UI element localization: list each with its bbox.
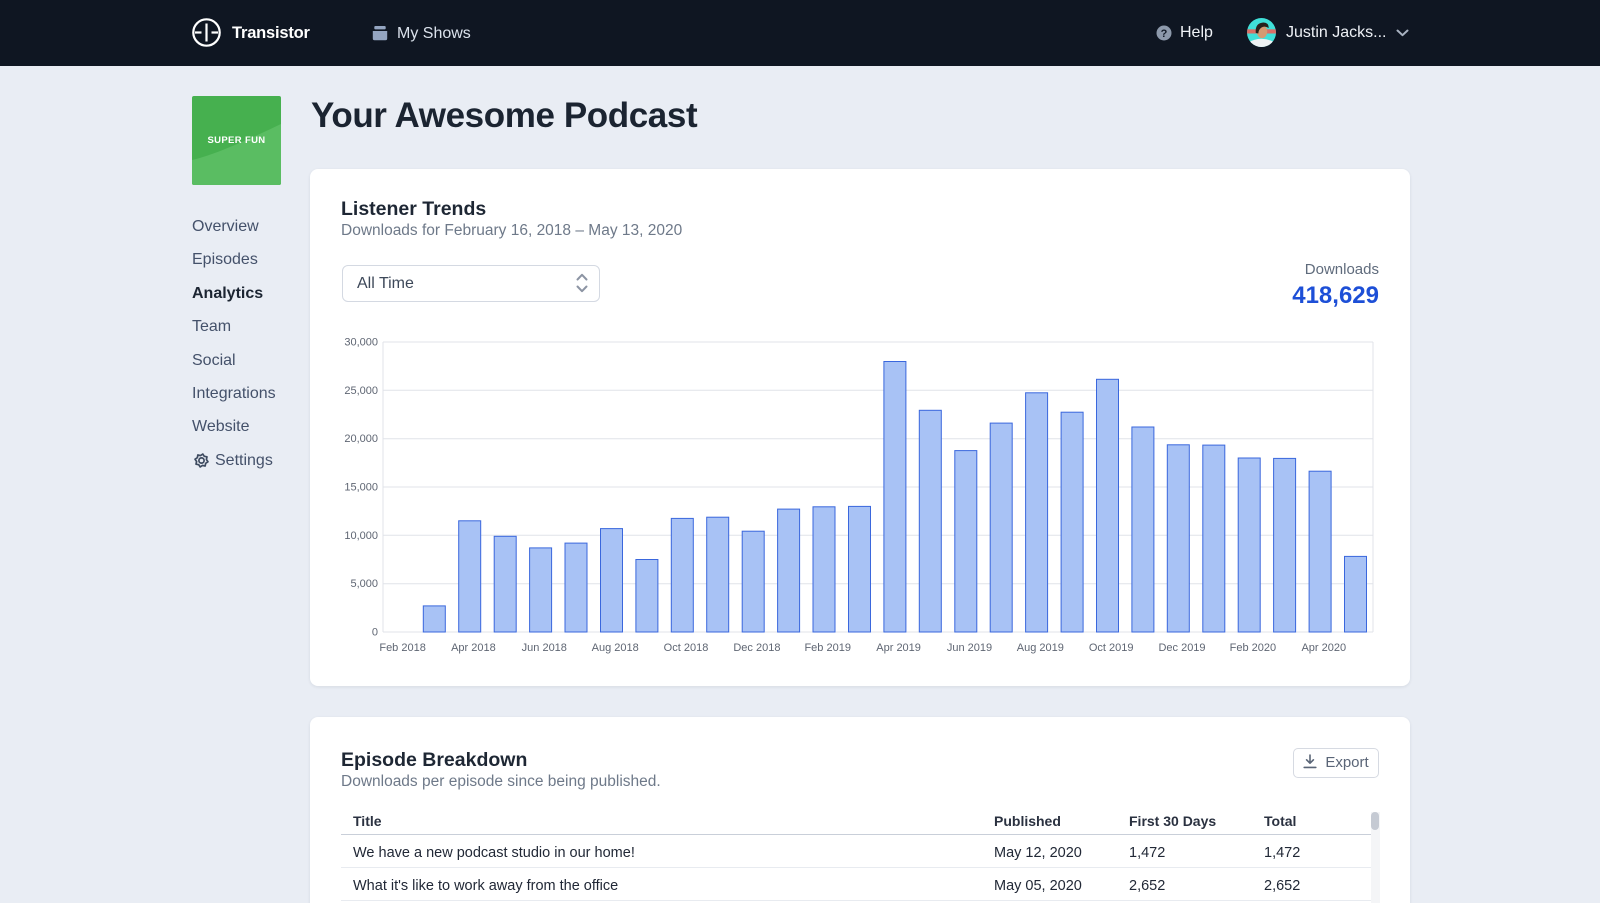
svg-text:?: ?: [1161, 28, 1168, 40]
svg-text:Oct 2019: Oct 2019: [1089, 642, 1134, 654]
svg-text:20,000: 20,000: [344, 433, 378, 445]
svg-text:5,000: 5,000: [350, 578, 378, 590]
svg-text:Jun 2018: Jun 2018: [522, 642, 567, 654]
svg-text:Apr 2018: Apr 2018: [451, 642, 496, 654]
svg-text:Dec 2019: Dec 2019: [1158, 642, 1205, 654]
svg-text:Feb 2020: Feb 2020: [1230, 642, 1276, 654]
svg-text:10,000: 10,000: [344, 530, 378, 542]
svg-text:30,000: 30,000: [344, 337, 378, 349]
svg-text:Oct 2018: Oct 2018: [664, 642, 709, 654]
svg-text:Aug 2019: Aug 2019: [1017, 642, 1064, 654]
svg-text:15,000: 15,000: [344, 482, 378, 494]
svg-text:Feb 2018: Feb 2018: [379, 642, 425, 654]
svg-text:25,000: 25,000: [344, 385, 378, 397]
svg-text:0: 0: [372, 627, 378, 639]
svg-text:Apr 2020: Apr 2020: [1301, 642, 1346, 654]
svg-text:Apr 2019: Apr 2019: [876, 642, 921, 654]
svg-text:Feb 2019: Feb 2019: [804, 642, 850, 654]
svg-text:Dec 2018: Dec 2018: [733, 642, 780, 654]
svg-text:Jun 2019: Jun 2019: [947, 642, 992, 654]
svg-text:Aug 2018: Aug 2018: [592, 642, 639, 654]
